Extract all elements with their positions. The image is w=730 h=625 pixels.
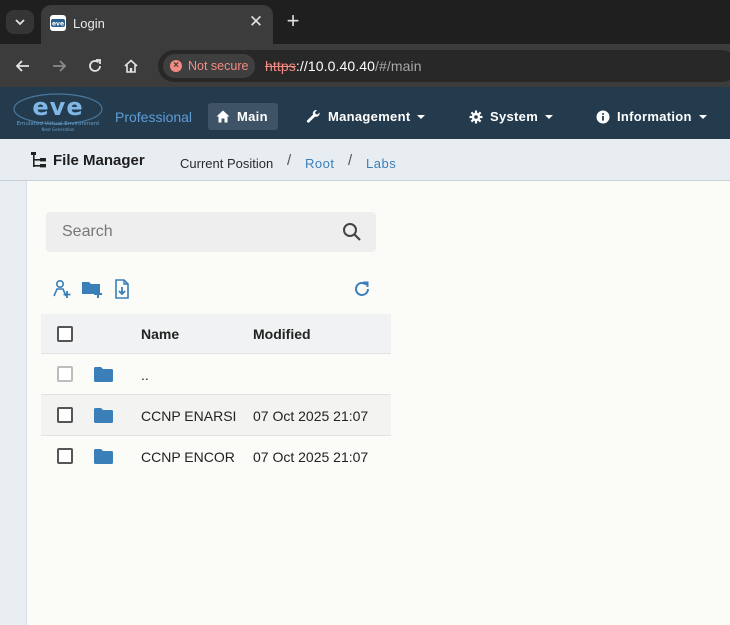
table-header: Name Modified: [41, 314, 391, 354]
browser-tab[interactable]: eve Login ✕: [41, 5, 273, 44]
nav-main-label: Main: [237, 109, 268, 124]
wrench-icon: [306, 110, 320, 123]
file-manager-header: File Manager Current Position / Root / L…: [0, 139, 730, 181]
row-modified: 07 Oct 2025 21:07: [253, 408, 369, 424]
search-box: [46, 212, 376, 252]
table-row[interactable]: CCNP ENCOR 07 Oct 2025 21:07: [41, 436, 391, 477]
import-file-button[interactable]: [111, 278, 133, 300]
nav-management-label: Management: [328, 109, 411, 124]
column-header-name[interactable]: Name: [141, 326, 179, 342]
search-input[interactable]: [46, 212, 336, 252]
browser-toolbar: × Not secure https://10.0.40.40/#/main: [0, 44, 730, 87]
left-sidebar: [0, 181, 27, 625]
table-row[interactable]: CCNP ENARSI 07 Oct 2025 21:07: [41, 395, 391, 436]
refresh-button[interactable]: [351, 278, 373, 300]
nav-information[interactable]: Information: [596, 103, 707, 130]
reload-icon: [89, 59, 101, 72]
reload-button[interactable]: [83, 54, 107, 78]
tab-search-button[interactable]: [6, 10, 34, 34]
nav-management[interactable]: Management: [306, 103, 426, 130]
nav-system[interactable]: System: [469, 103, 554, 130]
row-name: CCNP ENARSI: [141, 408, 237, 424]
breadcrumb-labs[interactable]: Labs: [366, 156, 396, 171]
refresh-icon: [355, 281, 369, 296]
nav-system-label: System: [490, 109, 539, 124]
row-checkbox[interactable]: [57, 407, 73, 423]
url-scheme: https: [265, 58, 296, 74]
arrow-left-icon: [15, 60, 29, 72]
sitemap-icon: [31, 152, 46, 168]
tab-close-icon[interactable]: ✕: [247, 13, 265, 31]
svg-text:eve: eve: [32, 93, 83, 121]
gear-icon: [469, 110, 483, 123]
row-name: ..: [141, 367, 149, 383]
nav-information-label: Information: [617, 109, 692, 124]
row-name: CCNP ENCOR: [141, 449, 235, 465]
file-table: Name Modified .. CCNP ENARSI 07 Oct 2025…: [41, 314, 391, 477]
url-path: /#/main: [375, 58, 422, 74]
url-text[interactable]: https://10.0.40.40/#/main: [265, 58, 422, 74]
folder-icon: [94, 367, 113, 382]
browser-tab-strip: eve Login ✕ +: [0, 0, 730, 44]
edition-label: Professional: [115, 109, 193, 125]
row-checkbox[interactable]: [57, 448, 73, 464]
home-icon: [216, 110, 230, 123]
tab-title: Login: [73, 16, 105, 31]
nav-main[interactable]: Main: [208, 103, 278, 130]
file-import-icon: [115, 279, 129, 299]
folder-plus-icon: [82, 282, 102, 298]
back-button[interactable]: [11, 54, 35, 78]
security-indicator[interactable]: × Not secure: [163, 54, 255, 78]
column-header-modified[interactable]: Modified: [253, 326, 311, 342]
caret-down-icon: [545, 115, 554, 119]
eve-logo[interactable]: eve Emulated Virtual Environment Next Ge…: [10, 92, 106, 134]
folder-icon: [94, 408, 113, 423]
address-bar[interactable]: × Not secure https://10.0.40.40/#/main: [158, 50, 730, 82]
breadcrumb-separator: /: [348, 152, 353, 169]
eve-favicon-icon: eve: [50, 15, 66, 31]
new-tab-button[interactable]: +: [282, 9, 304, 33]
svg-text:eve: eve: [52, 21, 64, 28]
add-user-button[interactable]: [51, 278, 73, 300]
row-checkbox: [57, 366, 73, 382]
breadcrumb-root[interactable]: Root: [305, 156, 334, 171]
url-host: ://10.0.40.40: [295, 58, 376, 74]
forward-button[interactable]: [47, 54, 71, 78]
security-label: Not secure: [188, 59, 249, 73]
home-icon: [124, 59, 138, 73]
arrow-right-icon: [53, 60, 67, 72]
table-row[interactable]: ..: [41, 354, 391, 395]
search-icon[interactable]: [342, 222, 362, 242]
chevron-down-icon: [15, 19, 25, 26]
not-secure-icon: ×: [170, 60, 182, 72]
caret-down-icon: [417, 115, 426, 119]
svg-text:Next Generation: Next Generation: [42, 127, 75, 132]
add-folder-button[interactable]: [81, 278, 103, 300]
row-modified: 07 Oct 2025 21:07: [253, 449, 369, 465]
breadcrumb-separator: /: [287, 152, 292, 169]
caret-down-icon: [698, 115, 707, 119]
add-lab-icon: [53, 279, 71, 298]
app-navbar: eve Emulated Virtual Environment Next Ge…: [0, 87, 730, 139]
info-icon: [596, 110, 610, 123]
page-title: File Manager: [53, 152, 145, 169]
home-button[interactable]: [119, 54, 143, 78]
folder-icon: [94, 449, 113, 464]
select-all-checkbox[interactable]: [57, 326, 73, 342]
current-position-label: Current Position: [180, 156, 274, 171]
